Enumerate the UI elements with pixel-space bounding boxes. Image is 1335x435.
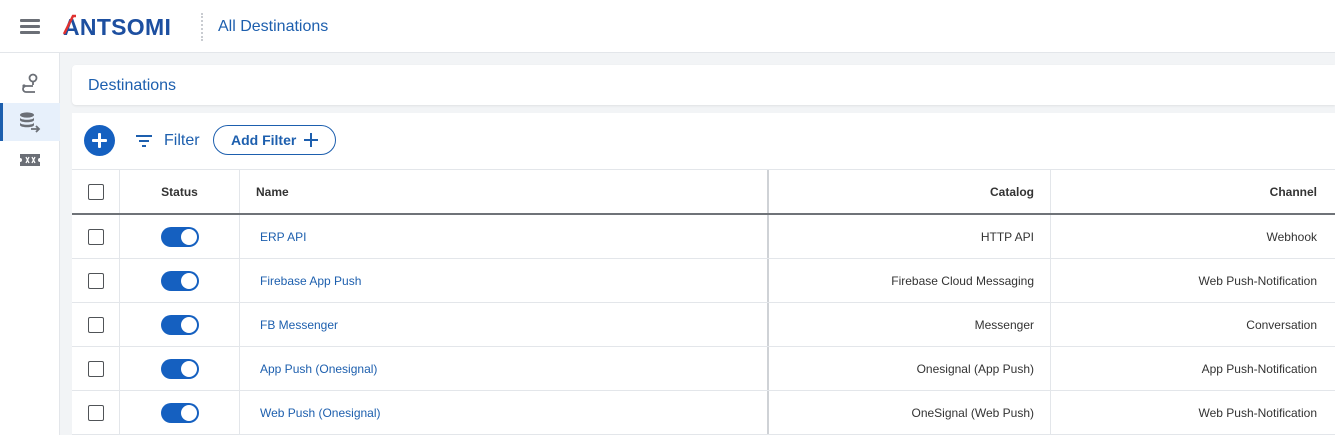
channel-cell: App Push-Notification (1201, 361, 1317, 376)
row-checkbox[interactable] (87, 360, 104, 377)
table-row: FB Messenger Messenger Conversation (72, 303, 1335, 347)
add-filter-label: Add Filter (231, 132, 297, 148)
rail-item-tickets[interactable] (0, 141, 60, 179)
header-divider (201, 13, 203, 41)
destination-name-link[interactable]: Web Push (Onesignal) (260, 406, 381, 420)
status-toggle[interactable] (160, 402, 199, 423)
channel-cell: Conversation (1246, 317, 1317, 332)
table-header: Status Name Catalog Channel (72, 169, 1335, 215)
rail-item-destinations[interactable] (0, 103, 60, 141)
filter-button[interactable]: Filter (136, 130, 200, 152)
section-header: Destinations (72, 65, 1335, 105)
add-destination-button[interactable] (84, 125, 115, 156)
channel-cell: Webhook (1266, 229, 1317, 244)
catalog-cell: HTTP API (769, 215, 1051, 258)
plus-icon (304, 133, 319, 147)
status-toggle[interactable] (160, 270, 199, 291)
destination-name-link[interactable]: FB Messenger (260, 318, 338, 332)
destination-name-link[interactable]: Firebase App Push (260, 274, 361, 288)
database-export-icon (20, 112, 41, 133)
destination-name-link[interactable]: App Push (Onesignal) (260, 362, 377, 376)
antsomi-logo[interactable]: ANTSOMI (62, 12, 180, 40)
table-row: Firebase App Push Firebase Cloud Messagi… (72, 259, 1335, 303)
column-header-catalog[interactable]: Catalog (769, 170, 1051, 213)
column-header-channel[interactable]: Channel (1051, 170, 1335, 213)
destinations-panel: Filter Add Filter Status Name Catalog Ch… (72, 113, 1335, 435)
status-toggle[interactable] (160, 314, 199, 335)
rail-item-journeys[interactable] (0, 65, 60, 103)
destination-name-link[interactable]: ERP API (260, 230, 306, 244)
left-nav-rail (0, 53, 60, 435)
table-row: Web Push (Onesignal) OneSignal (Web Push… (72, 391, 1335, 435)
catalog-cell: Messenger (769, 303, 1051, 346)
channel-cell: Web Push-Notification (1198, 405, 1318, 420)
ticket-icon (20, 154, 40, 166)
journey-pin-icon (22, 73, 38, 93)
row-checkbox[interactable] (87, 404, 104, 421)
select-all-checkbox[interactable] (87, 183, 104, 200)
row-checkbox[interactable] (87, 228, 104, 245)
page-title: All Destinations (218, 18, 329, 35)
add-filter-button[interactable]: Add Filter (213, 125, 336, 155)
section-title: Destinations (88, 77, 177, 94)
catalog-cell: OneSignal (Web Push) (769, 391, 1051, 434)
svg-text:ANTSOMI: ANTSOMI (63, 14, 171, 40)
table-row: ERP API HTTP API Webhook (72, 215, 1335, 259)
table-row: App Push (Onesignal) Onesignal (App Push… (72, 347, 1335, 391)
status-toggle[interactable] (160, 358, 199, 379)
catalog-cell: Firebase Cloud Messaging (769, 259, 1051, 302)
filter-icon (136, 134, 152, 148)
column-header-name[interactable]: Name (240, 170, 769, 213)
destinations-table: Status Name Catalog Channel ERP API HTTP… (72, 169, 1335, 435)
catalog-cell: Onesignal (App Push) (769, 347, 1051, 390)
row-checkbox[interactable] (87, 272, 104, 289)
column-header-status[interactable]: Status (120, 170, 240, 213)
row-checkbox[interactable] (87, 316, 104, 333)
status-toggle[interactable] (160, 226, 199, 247)
filter-label: Filter (164, 132, 200, 149)
channel-cell: Web Push-Notification (1198, 273, 1318, 288)
top-bar: ANTSOMI All Destinations (0, 0, 1335, 53)
hamburger-menu-icon[interactable] (20, 17, 42, 35)
